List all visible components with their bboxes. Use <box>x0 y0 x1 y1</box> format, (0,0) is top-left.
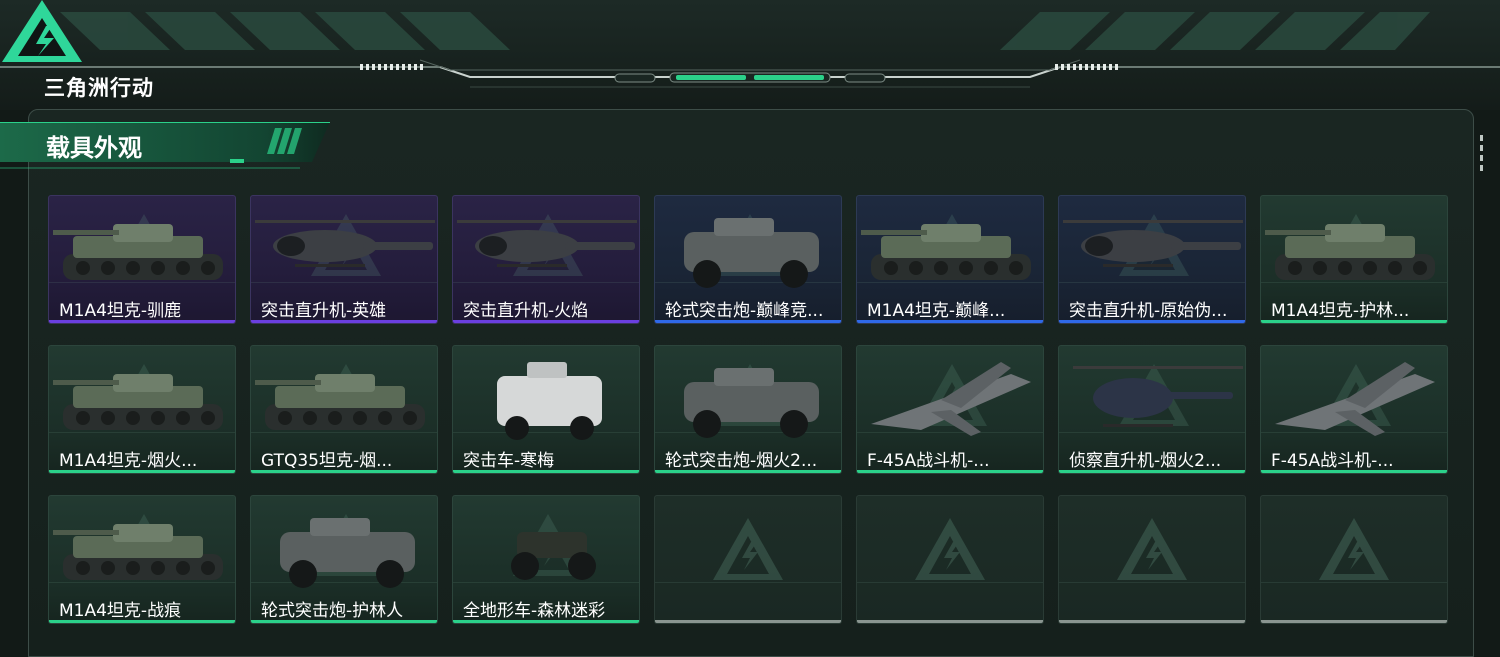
tank-icon <box>53 374 223 430</box>
vehicle-skin-label: 轮式突击炮-护林人 <box>261 601 404 621</box>
rarity-bar <box>49 470 235 473</box>
vehicle-skin-label: M1A4坦克-护林... <box>1271 301 1410 321</box>
empty-slot <box>654 495 842 624</box>
vehicle-skin-card[interactable]: M1A4坦克-战痕 <box>48 495 236 624</box>
rarity-bar <box>1059 620 1245 623</box>
vehicle-skin-label: 突击车-寒梅 <box>463 451 555 471</box>
empty-slot <box>1260 495 1448 624</box>
rarity-bar <box>1261 620 1447 623</box>
armored-car-icon <box>684 218 819 288</box>
vehicle-skin-card[interactable]: 轮式突击炮-烟火2... <box>654 345 842 474</box>
vehicle-skin-card[interactable]: M1A4坦克-巅峰... <box>856 195 1044 324</box>
rarity-bar <box>1059 470 1245 473</box>
section-title: 载具外观 <box>46 134 142 162</box>
vehicle-skin-card[interactable]: GTQ35坦克-烟... <box>250 345 438 474</box>
vehicle-skin-label: M1A4坦克-烟火... <box>59 451 198 471</box>
vehicle-skin-label: 突击直升机-原始伪... <box>1069 301 1228 321</box>
vehicle-skin-card[interactable]: M1A4坦克-护林... <box>1260 195 1448 324</box>
armored-car-icon <box>684 368 819 438</box>
jet-icon <box>1275 362 1435 436</box>
rarity-bar <box>655 320 841 323</box>
vehicle-skin-label: GTQ35坦克-烟... <box>261 451 393 471</box>
vehicle-skin-card[interactable]: 轮式突击炮-巅峰竞... <box>654 195 842 324</box>
atv-icon <box>511 532 596 580</box>
tank-icon <box>1265 224 1435 280</box>
tank-icon <box>255 374 425 430</box>
rarity-bar <box>251 470 437 473</box>
vehicle-skin-card[interactable]: M1A4坦克-驯鹿 <box>48 195 236 324</box>
scroll-indicator[interactable] <box>1480 135 1486 175</box>
rarity-bar <box>857 320 1043 323</box>
top-banner: 三角洲行动 <box>0 0 1500 110</box>
vehicle-skin-label: F-45A战斗机-... <box>867 451 990 471</box>
rarity-bar <box>857 620 1043 623</box>
empty-slot <box>856 495 1044 624</box>
vehicle-skin-card[interactable]: F-45A战斗机-... <box>1260 345 1448 474</box>
rarity-bar <box>453 470 639 473</box>
logo-text: 三角洲行动 <box>44 76 154 100</box>
vehicle-skin-label: 轮式突击炮-巅峰竞... <box>665 301 824 321</box>
vehicle-skin-label: M1A4坦克-战痕 <box>59 601 182 621</box>
rarity-bar <box>1059 320 1245 323</box>
helicopter-icon <box>255 220 435 267</box>
rarity-bar <box>453 620 639 623</box>
vehicle-skin-card[interactable]: 突击直升机-英雄 <box>250 195 438 324</box>
vehicle-skin-card[interactable]: 突击直升机-原始伪... <box>1058 195 1246 324</box>
vehicle-skin-card[interactable]: 侦察直升机-烟火2... <box>1058 345 1246 474</box>
vehicle-skin-label: 突击直升机-火焰 <box>463 301 589 321</box>
helicopter-icon <box>1063 220 1243 267</box>
rarity-bar <box>251 620 437 623</box>
vehicle-skin-label: F-45A战斗机-... <box>1271 451 1394 471</box>
vehicle-skin-label: 突击直升机-英雄 <box>261 301 387 321</box>
banner-decoration <box>0 12 1500 88</box>
vehicle-skin-label: 全地形车-森林迷彩 <box>463 601 606 621</box>
rarity-bar <box>1261 320 1447 323</box>
rarity-bar <box>655 620 841 623</box>
rarity-bar <box>655 470 841 473</box>
vehicle-skin-card[interactable]: 全地形车-森林迷彩 <box>452 495 640 624</box>
vehicle-skin-card[interactable]: F-45A战斗机-... <box>856 345 1044 474</box>
vehicle-skin-label: M1A4坦克-巅峰... <box>867 301 1006 321</box>
vehicle-skin-label: M1A4坦克-驯鹿 <box>59 301 182 321</box>
rarity-bar <box>251 320 437 323</box>
tank-icon <box>861 224 1031 280</box>
rarity-bar <box>857 470 1043 473</box>
vehicle-skin-card[interactable]: 突击直升机-火焰 <box>452 195 640 324</box>
vehicle-skin-label: 轮式突击炮-烟火2... <box>665 451 818 471</box>
rarity-bar <box>49 320 235 323</box>
assault-vehicle-icon <box>497 362 602 440</box>
tank-icon <box>53 224 223 280</box>
vehicle-skin-card[interactable]: 突击车-寒梅 <box>452 345 640 474</box>
vehicle-skin-label: 侦察直升机-烟火2... <box>1069 451 1222 471</box>
empty-slot <box>1058 495 1246 624</box>
rarity-bar <box>453 320 639 323</box>
tank-icon <box>53 524 223 580</box>
helicopter-icon <box>457 220 637 267</box>
rarity-bar <box>1261 470 1447 473</box>
vehicle-skin-card[interactable]: M1A4坦克-烟火... <box>48 345 236 474</box>
vehicle-skin-card[interactable]: 轮式突击炮-护林人 <box>250 495 438 624</box>
rarity-bar <box>49 620 235 623</box>
scout-helicopter-icon <box>1073 366 1243 427</box>
armored-car-icon <box>280 518 415 588</box>
jet-icon <box>871 362 1031 436</box>
